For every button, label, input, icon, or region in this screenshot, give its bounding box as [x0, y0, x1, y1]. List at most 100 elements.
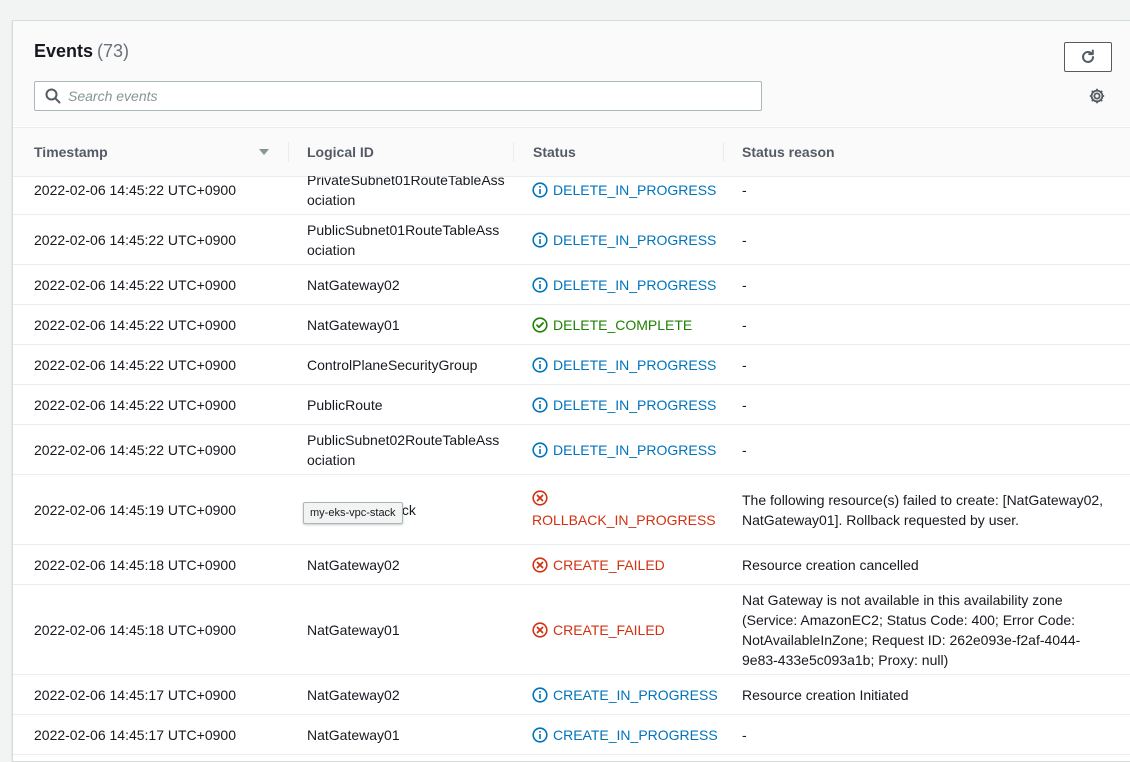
logical-id-cell: PublicSubnet02RouteTableAssociation — [307, 431, 500, 468]
status-text: DELETE_IN_PROGRESS — [553, 441, 717, 458]
status-badge: DELETE_IN_PROGRESS — [532, 230, 716, 250]
table-row: 2022-02-06 14:45:22 UTC+0900 PublicSubne… — [13, 215, 1130, 265]
info-icon — [532, 356, 548, 373]
column-divider[interactable] — [288, 142, 289, 162]
status-reason-cell: - — [742, 276, 747, 293]
status-reason-cell: Resource creation Initiated — [742, 686, 909, 703]
table-row: 2022-02-06 14:45:17 UTC+0900 NatGateway0… — [13, 715, 1130, 755]
status-cell: DELETE_IN_PROGRESS — [532, 385, 722, 424]
table-row: 2022-02-06 14:45:22 UTC+0900 PrivateSubn… — [13, 176, 1130, 215]
error-icon — [532, 556, 548, 573]
sort-descending-icon[interactable] — [258, 148, 270, 156]
table-header: Timestamp Logical ID Status Status reaso… — [13, 127, 1130, 177]
timestamp-cell: 2022-02-06 14:45:22 UTC+0900 — [34, 276, 236, 293]
logical-id-cell: NatGateway01 — [307, 726, 400, 743]
table-row: 2022-02-06 14:45:22 UTC+0900 NatGateway0… — [13, 265, 1130, 305]
column-divider[interactable] — [723, 142, 724, 162]
status-cell: DELETE_IN_PROGRESS — [532, 345, 722, 384]
status-text: DELETE_IN_PROGRESS — [553, 276, 717, 293]
timestamp-cell: 2022-02-06 14:45:22 UTC+0900 — [34, 441, 236, 458]
events-title: Events — [34, 41, 94, 61]
events-panel: Events(73) Timestamp Logical ID Status S… — [12, 20, 1130, 762]
info-icon — [532, 276, 548, 293]
logical-id-tooltip: my-eks-vpc-stack — [303, 502, 403, 524]
status-text: DELETE_IN_PROGRESS — [553, 181, 717, 198]
status-reason-cell: Resource creation cancelled — [742, 556, 919, 573]
status-badge: DELETE_IN_PROGRESS — [532, 180, 716, 200]
info-icon — [532, 441, 548, 458]
status-badge: CREATE_FAILED — [532, 555, 665, 575]
table-row: 2022-02-06 14:45:19 UTC+0900 my-eks-vpc-… — [13, 475, 1130, 545]
status-text: DELETE_IN_PROGRESS — [553, 396, 717, 413]
status-badge: CREATE_IN_PROGRESS — [532, 685, 718, 705]
status-cell: CREATE_IN_PROGRESS — [532, 675, 722, 714]
info-icon — [532, 396, 548, 413]
status-cell: CREATE_FAILED — [532, 585, 722, 674]
timestamp-cell: 2022-02-06 14:45:22 UTC+0900 — [34, 356, 236, 373]
status-reason-cell: - — [742, 231, 747, 248]
search-input[interactable] — [68, 82, 748, 110]
logical-id-cell: ControlPlaneSecurityGroup — [307, 356, 478, 373]
status-cell: DELETE_IN_PROGRESS — [532, 215, 722, 264]
status-reason-cell: Nat Gateway is not available in this ava… — [742, 591, 1081, 668]
status-reason-cell: - — [742, 396, 747, 413]
status-text: CREATE_IN_PROGRESS — [553, 686, 718, 703]
logical-id-cell: NatGateway02 — [307, 686, 400, 703]
column-header-status[interactable]: Status — [533, 128, 576, 176]
logical-id-cell: NatGateway02 — [307, 276, 400, 293]
status-text: ROLLBACK_IN_PROGRESS — [532, 511, 716, 528]
table-row: 2022-02-06 14:45:18 UTC+0900 NatGateway0… — [13, 585, 1130, 675]
error-icon — [532, 489, 548, 506]
status-cell: DELETE_IN_PROGRESS — [532, 176, 722, 214]
status-reason-cell: The following resource(s) failed to crea… — [742, 491, 1104, 528]
logical-id-cell: NatGateway02 — [307, 556, 400, 573]
refresh-button[interactable] — [1064, 42, 1112, 72]
table-row: 2022-02-06 14:45:18 UTC+0900 NatGateway0… — [13, 545, 1130, 585]
status-text: CREATE_IN_PROGRESS — [553, 726, 718, 743]
status-cell: CREATE_IN_PROGRESS — [532, 715, 722, 754]
status-cell: ROLLBACK_IN_PROGRESS — [532, 475, 722, 544]
column-header-logical-id[interactable]: Logical ID — [307, 128, 374, 176]
events-table-body: 2022-02-06 14:45:22 UTC+0900 PrivateSubn… — [13, 176, 1130, 761]
status-cell: DELETE_IN_PROGRESS — [532, 265, 722, 304]
table-row: 2022-02-06 14:45:17 UTC+0900 NatGateway0… — [13, 675, 1130, 715]
status-badge: DELETE_IN_PROGRESS — [532, 440, 716, 460]
info-icon — [532, 726, 548, 743]
table-row: 2022-02-06 14:45:22 UTC+0900 PublicSubne… — [13, 425, 1130, 475]
logical-id-cell: PrivateSubnet01RouteTableAssociation — [307, 176, 505, 208]
timestamp-cell: 2022-02-06 14:45:22 UTC+0900 — [34, 181, 236, 198]
column-header-status-reason[interactable]: Status reason — [742, 128, 835, 176]
status-text: CREATE_FAILED — [553, 621, 665, 638]
status-reason-cell: - — [742, 181, 747, 198]
status-cell: CREATE_FAILED — [532, 545, 722, 584]
gear-icon[interactable] — [1088, 87, 1106, 105]
refresh-icon — [1082, 49, 1094, 63]
status-badge: CREATE_IN_PROGRESS — [532, 725, 718, 745]
table-row: 2022-02-06 14:45:22 UTC+0900 ControlPlan… — [13, 345, 1130, 385]
timestamp-cell: 2022-02-06 14:45:18 UTC+0900 — [34, 621, 236, 638]
timestamp-cell: 2022-02-06 14:45:19 UTC+0900 — [34, 501, 236, 518]
logical-id-cell: PublicSubnet01RouteTableAssociation — [307, 221, 500, 258]
status-reason-cell: - — [742, 316, 747, 333]
status-text: DELETE_IN_PROGRESS — [553, 231, 717, 248]
status-badge: DELETE_IN_PROGRESS — [532, 395, 716, 415]
status-cell: DELETE_IN_PROGRESS — [532, 425, 722, 474]
timestamp-cell: 2022-02-06 14:45:22 UTC+0900 — [34, 231, 236, 248]
status-badge: DELETE_IN_PROGRESS — [532, 355, 716, 375]
table-row: 2022-02-06 14:45:22 UTC+0900 PublicRoute… — [13, 385, 1130, 425]
timestamp-cell: 2022-02-06 14:45:17 UTC+0900 — [34, 726, 236, 743]
status-text: CREATE_FAILED — [553, 556, 665, 573]
column-header-timestamp[interactable]: Timestamp — [34, 128, 108, 176]
status-text: DELETE_IN_PROGRESS — [553, 356, 717, 373]
status-cell: DELETE_COMPLETE — [532, 305, 722, 344]
error-icon — [532, 621, 548, 638]
logical-id-cell: PublicRoute — [307, 396, 383, 413]
table-row: 2022-02-06 14:45:22 UTC+0900 NatGateway0… — [13, 305, 1130, 345]
timestamp-cell: 2022-02-06 14:45:18 UTC+0900 — [34, 556, 236, 573]
events-header: Events (73) — [13, 21, 1130, 126]
info-icon — [532, 181, 548, 198]
success-check-icon — [532, 316, 548, 333]
column-divider[interactable] — [513, 142, 514, 162]
status-badge: ROLLBACK_IN_PROGRESS — [532, 489, 716, 530]
status-badge: DELETE_COMPLETE — [532, 315, 692, 335]
